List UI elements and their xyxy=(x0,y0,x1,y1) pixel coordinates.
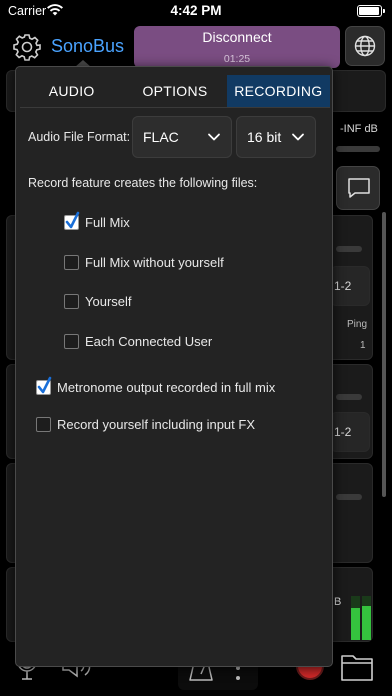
bit-depth-dropdown[interactable]: 16 bit xyxy=(236,116,316,158)
battery-icon xyxy=(357,5,385,17)
record-input-fx-option[interactable]: Record yourself including input FX xyxy=(36,414,255,434)
checkmark-icon xyxy=(65,211,80,228)
full-mix-without-yourself-option[interactable]: Full Mix without yourself xyxy=(64,252,224,272)
tab-divider xyxy=(20,107,330,108)
audio-format-value: FLAC xyxy=(143,129,179,145)
channel-2-meter xyxy=(336,394,362,400)
app-title: SonoBus xyxy=(51,36,125,56)
connection-elapsed-time: 01:25 xyxy=(223,53,251,65)
record-input-fx-label: Record yourself including input FX xyxy=(57,416,255,432)
metronome-recorded-option[interactable]: Metronome output recorded in full mix xyxy=(36,376,276,397)
metronome-recorded-label: Metronome output recorded in full mix xyxy=(57,379,276,395)
chat-button[interactable] xyxy=(336,166,380,210)
input-level-readout: -INF dB xyxy=(340,123,378,135)
tab-audio[interactable]: AUDIO xyxy=(20,75,123,107)
ping-value: 1 xyxy=(360,340,366,351)
settings-tabs: AUDIO OPTIONS RECORDING xyxy=(20,75,330,107)
tab-recording[interactable]: RECORDING xyxy=(226,75,330,107)
channel-1-meter xyxy=(336,246,362,252)
full-mix-checkbox[interactable] xyxy=(64,211,80,230)
full-mix-without-yourself-label: Full Mix without yourself xyxy=(85,254,224,270)
disconnect-label: Disconnect xyxy=(202,29,272,45)
chat-icon xyxy=(348,178,370,198)
output-meter-right xyxy=(362,596,371,640)
channel-1-route-label: 1-2 xyxy=(334,279,352,293)
channel-2-route-label: 1-2 xyxy=(334,425,352,439)
full-mix-label: Full Mix xyxy=(85,214,130,230)
yourself-option[interactable]: Yourself xyxy=(64,291,132,311)
yourself-label: Yourself xyxy=(85,293,132,309)
chevron-down-icon xyxy=(292,133,304,141)
output-meter-left xyxy=(351,596,360,640)
metronome-recorded-checkbox[interactable] xyxy=(36,376,52,395)
settings-gear-icon[interactable] xyxy=(12,32,42,62)
yourself-checkbox[interactable] xyxy=(64,293,79,309)
globe-button[interactable] xyxy=(345,26,385,66)
output-meter-label: B xyxy=(334,596,342,608)
full-mix-without-yourself-checkbox[interactable] xyxy=(64,254,79,270)
audio-format-dropdown[interactable]: FLAC xyxy=(132,116,232,158)
folder-icon[interactable] xyxy=(340,652,374,682)
scrollbar[interactable] xyxy=(382,212,386,497)
audio-file-format-label: Audio File Format: xyxy=(28,130,131,144)
record-input-fx-checkbox[interactable] xyxy=(36,416,51,432)
tab-options[interactable]: OPTIONS xyxy=(123,75,226,107)
each-connected-user-option[interactable]: Each Connected User xyxy=(64,331,212,351)
each-connected-user-label: Each Connected User xyxy=(85,333,213,349)
bit-depth-value: 16 bit xyxy=(247,129,282,145)
settings-popup: AUDIO OPTIONS RECORDING Audio File Forma… xyxy=(15,66,333,667)
checkmark-icon xyxy=(37,376,52,393)
full-mix-option[interactable]: Full Mix xyxy=(64,211,130,232)
clock: 4:42 PM xyxy=(170,3,222,18)
each-connected-user-checkbox[interactable] xyxy=(64,333,79,349)
chevron-down-icon xyxy=(208,133,220,141)
ping-label: Ping xyxy=(347,319,368,330)
disconnect-button[interactable]: Disconnect 01:25 xyxy=(134,26,340,68)
globe-icon xyxy=(354,35,376,57)
channel-3-meter xyxy=(336,494,362,500)
record-files-description: Record feature creates the following fil… xyxy=(28,176,258,190)
status-bar: Carrier 4:42 PM xyxy=(0,0,392,22)
input-level-bar xyxy=(336,146,380,152)
